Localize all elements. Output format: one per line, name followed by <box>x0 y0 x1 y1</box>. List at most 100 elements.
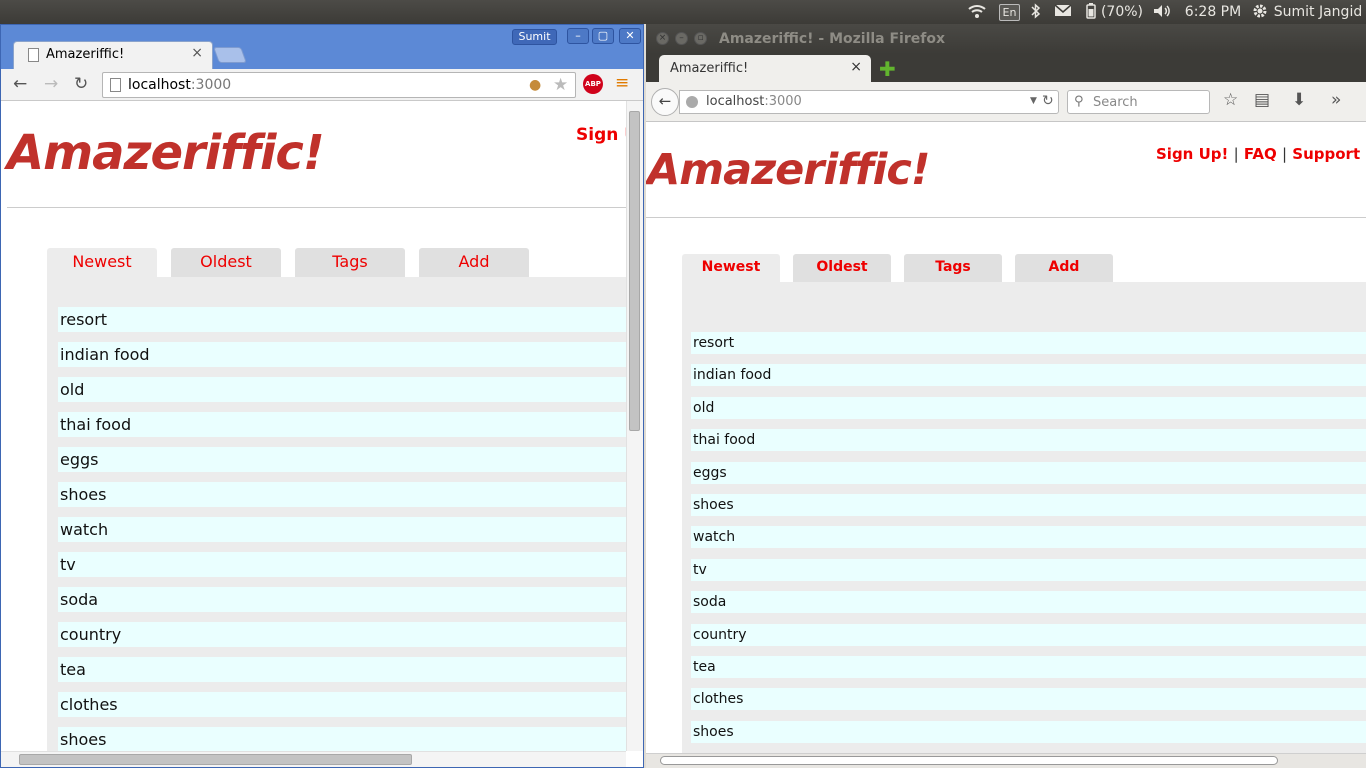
profile-button[interactable]: Sumit <box>512 29 557 45</box>
search-icon: ⚲ <box>1074 94 1084 109</box>
battery-icon[interactable] <box>1084 3 1098 21</box>
list-item: soda <box>691 591 1366 614</box>
tab-add[interactable]: Add <box>419 248 529 277</box>
address-bar[interactable]: localhost:3000 ● ★ <box>102 72 576 98</box>
list-item: clothes <box>58 692 626 717</box>
url-text: localhost:3000 <box>128 77 231 93</box>
back-button[interactable]: ← <box>651 88 679 116</box>
tab-newest[interactable]: Newest <box>682 254 780 282</box>
firefox-window: × – ▫ Amazeriffic! - Mozilla Firefox Ama… <box>646 24 1366 768</box>
scrollbar-thumb[interactable] <box>660 756 1278 765</box>
address-bar[interactable]: localhost:3000 ▼ ↻ <box>679 90 1059 114</box>
list-item: shoes <box>58 727 626 752</box>
reload-icon[interactable]: ↻ <box>74 74 88 94</box>
link-separator: | <box>1282 145 1288 163</box>
user-name[interactable]: Sumit Jangid <box>1272 3 1364 21</box>
search-box[interactable]: ⚲ Search <box>1067 90 1210 114</box>
bookmark-star-icon[interactable]: ☆ <box>1223 90 1238 110</box>
volume-icon[interactable] <box>1150 3 1174 21</box>
firefox-tab-title: Amazeriffic! <box>670 61 749 76</box>
link-separator: | <box>1233 145 1239 163</box>
new-tab-button[interactable] <box>213 47 247 63</box>
cookie-blocked-icon[interactable]: ● <box>529 77 541 93</box>
maximize-button[interactable]: ▫ <box>694 32 707 45</box>
reading-list-icon[interactable]: ▤ <box>1254 90 1270 110</box>
url-text: localhost:3000 <box>706 94 802 109</box>
logo[interactable]: Amazeriffic! <box>7 125 325 181</box>
search-placeholder: Search <box>1093 95 1138 110</box>
tab-add[interactable]: Add <box>1015 254 1113 282</box>
firefox-page: Amazeriffic! Sign Up! | FAQ | Support Ne… <box>646 123 1366 753</box>
star-icon[interactable]: ★ <box>553 75 568 95</box>
list-item: shoes <box>58 482 626 507</box>
vertical-scrollbar[interactable] <box>626 101 643 751</box>
battery-percent[interactable]: (70%) <box>1100 3 1144 21</box>
page-icon <box>28 48 39 62</box>
horizontal-scrollbar[interactable] <box>646 753 1366 768</box>
list-item: clothes <box>691 688 1366 711</box>
tab-oldest[interactable]: Oldest <box>171 248 281 277</box>
list-item: indian food <box>58 342 626 367</box>
divider <box>646 217 1366 218</box>
adblock-icon[interactable]: ABP <box>583 74 603 94</box>
download-icon[interactable]: ⬇ <box>1292 90 1306 110</box>
list-item: tv <box>691 558 1366 581</box>
chrome-tab[interactable]: Amazeriffic! × <box>13 41 213 69</box>
list-item: old <box>691 396 1366 419</box>
dropdown-icon[interactable]: ▼ <box>1030 96 1037 106</box>
new-tab-icon[interactable]: ✚ <box>879 57 896 81</box>
maximize-button[interactable]: ▢ <box>592 28 614 44</box>
gear-icon[interactable] <box>1251 3 1269 21</box>
list-item: watch <box>691 526 1366 549</box>
list-item: country <box>58 622 626 647</box>
divider <box>7 207 626 208</box>
bluetooth-icon[interactable] <box>1029 3 1043 21</box>
firefox-tabbar: Amazeriffic! × ✚ <box>646 54 1366 83</box>
list-item: old <box>58 377 626 402</box>
faq-link[interactable]: FAQ <box>1244 145 1277 163</box>
keyboard-layout-indicator[interactable]: En <box>999 4 1020 21</box>
close-window-button[interactable]: ✕ <box>619 28 641 44</box>
clock[interactable]: 6:28 PM <box>1184 3 1242 21</box>
tab-oldest[interactable]: Oldest <box>793 254 891 282</box>
support-link[interactable]: Support <box>1292 145 1360 163</box>
list-item: eggs <box>691 461 1366 484</box>
list-item: tea <box>58 657 626 682</box>
reload-icon[interactable]: ↻ <box>1042 93 1054 109</box>
tab-bar: Newest Oldest Tags Add <box>47 248 529 277</box>
firefox-tab[interactable]: Amazeriffic! × <box>659 55 871 83</box>
back-icon[interactable]: ← <box>13 74 27 94</box>
firefox-titlebar[interactable]: × – ▫ Amazeriffic! - Mozilla Firefox <box>646 24 1366 54</box>
close-tab-icon[interactable]: × <box>191 45 203 61</box>
mail-icon[interactable] <box>1053 3 1073 21</box>
scrollbar-thumb[interactable] <box>19 754 412 765</box>
page-icon <box>110 78 121 92</box>
logo[interactable]: Amazeriffic! <box>647 145 930 195</box>
window-title: Amazeriffic! - Mozilla Firefox <box>719 31 945 47</box>
top-panel: En (70%) 6:28 PM Sumit Jangid <box>0 0 1366 24</box>
scrollbar-thumb[interactable] <box>629 111 640 431</box>
list-item: tv <box>58 552 626 577</box>
list-item: shoes <box>691 494 1366 516</box>
minimize-button[interactable]: – <box>567 28 589 44</box>
chrome-titlebar[interactable]: Amazeriffic! × Sumit – ▢ ✕ <box>1 25 643 69</box>
list-item: indian food <box>691 364 1366 387</box>
horizontal-scrollbar[interactable] <box>1 751 626 767</box>
overflow-chevron-icon[interactable]: » <box>1331 90 1341 110</box>
minimize-button[interactable]: – <box>675 32 688 45</box>
menu-icon[interactable]: ≡ <box>615 73 629 93</box>
list-item: thai food <box>691 429 1366 452</box>
wifi-icon[interactable] <box>966 3 988 21</box>
tab-newest[interactable]: Newest <box>47 248 157 277</box>
close-window-button[interactable]: × <box>656 32 669 45</box>
tab-tags[interactable]: Tags <box>904 254 1002 282</box>
url-port: :3000 <box>190 77 232 93</box>
close-tab-icon[interactable]: × <box>850 59 862 75</box>
list-item: watch <box>58 517 626 542</box>
list-item: resort <box>691 332 1366 354</box>
forward-icon[interactable]: → <box>44 74 58 94</box>
signup-link[interactable]: Sign Up! <box>1156 145 1228 163</box>
tab-bar: Newest Oldest Tags Add <box>682 254 1113 282</box>
firefox-navbar: ← localhost:3000 ▼ ↻ ⚲ Search ☆ ▤ ⬇ » <box>646 82 1366 122</box>
tab-tags[interactable]: Tags <box>295 248 405 277</box>
